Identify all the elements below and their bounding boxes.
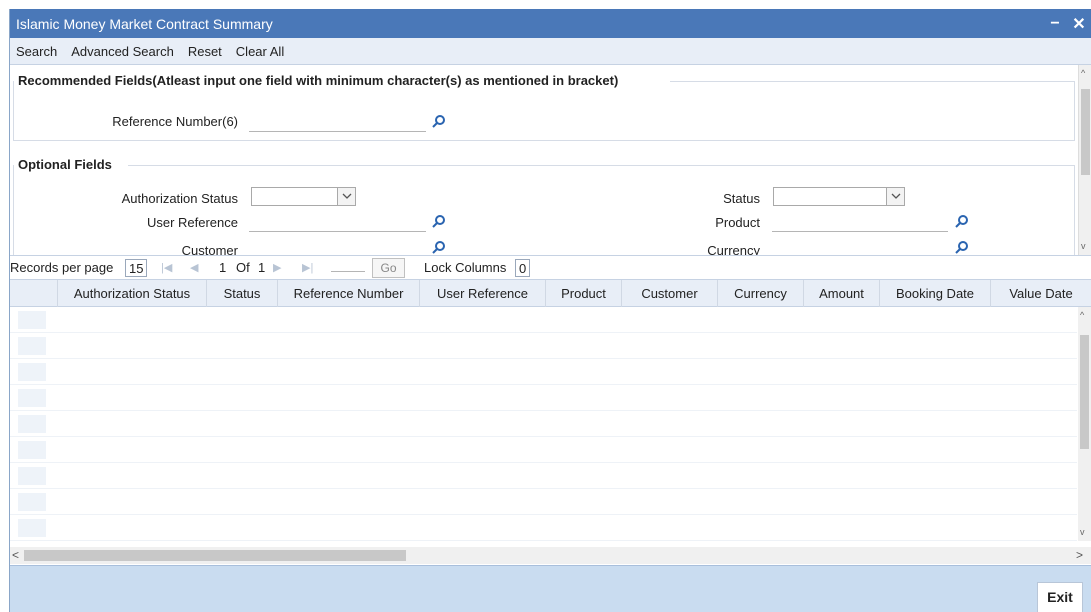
scroll-up-icon[interactable]: ^ (1080, 310, 1084, 320)
product-label: Product (715, 215, 760, 230)
user-reference-label: User Reference (146, 215, 238, 230)
column-header[interactable]: Currency (718, 280, 804, 307)
row-selector[interactable] (18, 519, 46, 537)
last-page-icon[interactable]: ▶| (302, 261, 313, 274)
goto-page-input[interactable] (331, 271, 365, 272)
grid-horizontal-scrollbar[interactable]: < > (10, 547, 1091, 564)
column-header[interactable]: User Reference (420, 280, 546, 307)
row-selector[interactable] (18, 441, 46, 459)
minimize-button[interactable]: − (1043, 15, 1067, 33)
search-icon[interactable] (954, 214, 970, 230)
select-all-column[interactable] (10, 280, 58, 307)
window-title: Islamic Money Market Contract Summary (16, 15, 273, 32)
grid-vertical-scrollbar[interactable]: ^ v (1078, 307, 1091, 541)
search-criteria-panel: Recommended Fields(Atleast input one fie… (10, 65, 1078, 255)
lock-columns-input[interactable]: 0 (515, 259, 531, 277)
column-header[interactable]: Authorization Status (58, 280, 207, 307)
table-row[interactable] (10, 489, 1077, 515)
row-selector[interactable] (18, 415, 46, 433)
scrollbar-thumb[interactable] (24, 550, 406, 561)
title-bar: Islamic Money Market Contract Summary − … (10, 9, 1091, 38)
row-selector[interactable] (18, 311, 46, 329)
clear-all-button[interactable]: Clear All (236, 44, 284, 59)
total-pages: 1 (258, 260, 266, 275)
table-row[interactable] (10, 307, 1077, 333)
chevron-down-icon (891, 193, 901, 199)
column-header[interactable]: Reference Number (278, 280, 420, 307)
records-per-page-label: Records per page (10, 260, 114, 275)
status-label: Status (723, 191, 760, 206)
dropdown-button[interactable] (886, 188, 904, 205)
chevron-down-icon (342, 193, 352, 199)
reference-number-input[interactable] (249, 112, 426, 132)
previous-page-icon[interactable]: ◀ (190, 261, 198, 274)
currency-input[interactable] (772, 237, 948, 255)
row-selector[interactable] (18, 467, 46, 485)
table-row[interactable] (10, 385, 1077, 411)
lock-columns-label: Lock Columns (424, 260, 507, 275)
row-selector[interactable] (18, 389, 46, 407)
row-selector[interactable] (18, 363, 46, 381)
search-icon[interactable] (954, 240, 970, 255)
exit-button[interactable]: Exit (1037, 582, 1083, 612)
authorization-status-select[interactable] (251, 187, 356, 206)
column-header[interactable]: Product (546, 280, 622, 307)
scroll-down-icon[interactable]: v (1080, 527, 1085, 537)
table-row[interactable] (10, 333, 1077, 359)
column-header[interactable]: Status (207, 280, 278, 307)
next-page-icon[interactable]: ▶ (273, 261, 281, 274)
cropped-caption (0, 0, 1091, 9)
of-label: Of (236, 260, 250, 275)
user-reference-input[interactable] (249, 212, 426, 232)
reset-button[interactable]: Reset (188, 44, 222, 59)
scroll-left-icon[interactable]: < (12, 548, 19, 562)
customer-label: Customer (181, 243, 238, 255)
status-select[interactable] (773, 187, 905, 206)
currency-label: Currency (707, 243, 760, 255)
scroll-up-icon[interactable]: ^ (1081, 68, 1085, 78)
scroll-down-icon[interactable]: v (1081, 241, 1086, 251)
search-button[interactable]: Search (16, 44, 57, 59)
current-page: 1 (219, 260, 227, 275)
dropdown-button[interactable] (337, 188, 355, 205)
first-page-icon[interactable]: |◀ (161, 261, 172, 274)
advanced-search-button[interactable]: Advanced Search (71, 44, 174, 59)
go-button[interactable]: Go (372, 258, 405, 278)
recommended-fieldset (13, 81, 1075, 141)
column-header[interactable]: Value Date (991, 280, 1091, 307)
column-header[interactable]: Booking Date (880, 280, 991, 307)
scrollbar-thumb[interactable] (1081, 89, 1090, 175)
table-row[interactable] (10, 437, 1077, 463)
table-row[interactable] (10, 359, 1077, 385)
results-grid-header: Authorization Status Status Reference Nu… (10, 280, 1091, 307)
search-panel-scrollbar[interactable]: ^ v (1078, 65, 1091, 255)
summary-window: Islamic Money Market Contract Summary − … (9, 9, 1091, 612)
close-button[interactable]: ✕ (1067, 14, 1091, 34)
search-icon[interactable] (431, 214, 447, 230)
scrollbar-thumb[interactable] (1080, 335, 1089, 449)
search-icon[interactable] (431, 114, 447, 130)
column-header[interactable]: Amount (804, 280, 880, 307)
table-row[interactable] (10, 411, 1077, 437)
records-per-page-input[interactable]: 15 (125, 259, 148, 277)
row-selector[interactable] (18, 337, 46, 355)
reference-number-label: Reference Number(6) (112, 114, 238, 129)
scroll-right-icon[interactable]: > (1076, 548, 1083, 562)
pagination-bar: Records per page 15 |◀ ◀ 1 Of 1 ▶ ▶| Go … (10, 255, 1091, 280)
table-row[interactable] (10, 463, 1077, 489)
customer-input[interactable] (249, 237, 426, 255)
search-icon[interactable] (431, 240, 447, 255)
toolbar: Search Advanced Search Reset Clear All (10, 38, 1091, 65)
footer-bar: Exit (10, 565, 1091, 612)
table-row[interactable] (10, 515, 1077, 541)
results-grid-body (10, 307, 1077, 541)
product-input[interactable] (772, 212, 948, 232)
column-header[interactable]: Customer (622, 280, 718, 307)
authorization-status-label: Authorization Status (121, 191, 238, 206)
row-selector[interactable] (18, 493, 46, 511)
